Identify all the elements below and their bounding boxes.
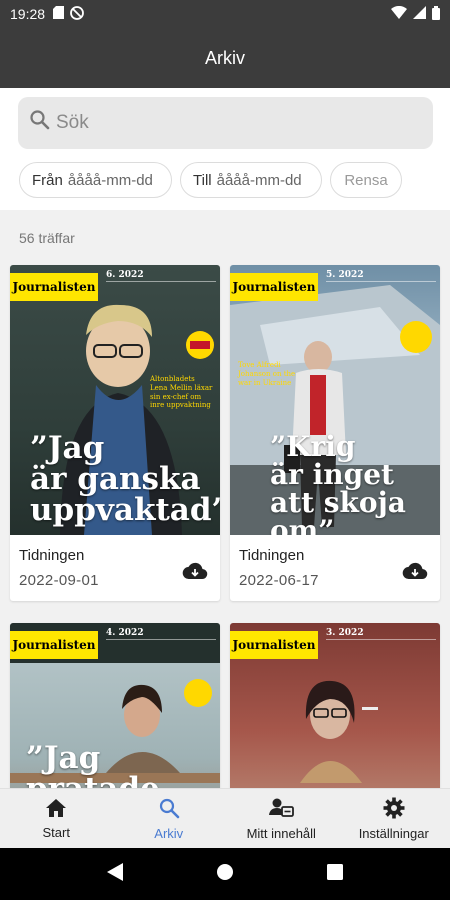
cover-headline-2: pratade: [26, 774, 160, 789]
bottom-navigation: Start Arkiv Mitt innehåll Inställningar: [0, 788, 450, 848]
cover-issue: 3. 2022: [326, 628, 364, 638]
gear-icon: [383, 797, 405, 822]
nav-start[interactable]: Start: [0, 789, 113, 848]
nav-mitt-innehall[interactable]: Mitt innehåll: [225, 789, 338, 848]
status-time: 19:28: [10, 6, 46, 22]
issue-card[interactable]: Journalisten 6. 2022 Altonbladets Lena M…: [10, 265, 220, 601]
nav-label: Mitt innehåll: [246, 825, 316, 841]
nav-label: Inställningar: [358, 825, 429, 841]
download-icon[interactable]: [402, 561, 428, 586]
app-bar: Arkiv: [0, 28, 450, 88]
back-icon[interactable]: [106, 862, 123, 886]
nav-label: Arkiv: [154, 825, 184, 841]
home-button-icon[interactable]: [216, 863, 234, 886]
from-placeholder: åååå-mm-dd: [67, 171, 153, 189]
issue-cover[interactable]: Journalisten 6. 2022 Altonbladets Lena M…: [10, 265, 220, 535]
issue-cover[interactable]: Journalisten 5. 2022 Tove Alfredi Johans…: [230, 265, 440, 535]
cover-blurb: Altonbladets Lena Mellin läxar sin ex-ch…: [150, 375, 213, 410]
cover-headline-2: är ganska: [30, 461, 201, 497]
system-navigation: [0, 848, 450, 900]
cover-masthead: Journalisten: [230, 273, 318, 301]
nav-installningar[interactable]: Inställningar: [338, 789, 450, 848]
sd-card-icon: [53, 6, 65, 22]
from-label: Från: [32, 171, 63, 189]
download-icon[interactable]: [182, 561, 208, 586]
issue-cover[interactable]: Journalisten 3. 2022: [230, 623, 440, 788]
cover-blurb: Tove Alfredi Johanson on the war in Ukra…: [238, 361, 296, 387]
no-disturb-icon: [70, 5, 84, 23]
cover-headline-2: är inget: [270, 458, 394, 491]
cover-masthead: Journalisten: [10, 631, 98, 659]
page-title: Arkiv: [205, 47, 245, 68]
search-placeholder: Sök: [56, 112, 89, 133]
search-icon: [28, 108, 56, 138]
result-count: 56 träffar: [19, 230, 75, 246]
issue-info: Tidningen 2022-06-17: [230, 535, 440, 601]
recents-icon[interactable]: [327, 863, 344, 885]
cover-headline-3: uppvaktad”: [30, 492, 220, 528]
cover-issue: 4. 2022: [106, 628, 144, 638]
signal-icon: [413, 6, 426, 22]
cover-headline-1: ”Jag: [30, 430, 105, 466]
to-date-chip[interactable]: Till åååå-mm-dd: [180, 162, 322, 198]
filter-panel: Sök Från åååå-mm-dd Till åååå-mm-dd Rens…: [0, 88, 450, 210]
to-placeholder: åååå-mm-dd: [216, 171, 302, 189]
cover-headline-1: ”Krig: [270, 430, 356, 463]
nav-label: Start: [42, 824, 70, 840]
cover-masthead: Journalisten: [230, 631, 318, 659]
cover-issue: 5. 2022: [326, 270, 364, 280]
profile-card-icon: [268, 797, 295, 822]
issue-info: Tidningen 2022-09-01: [10, 535, 220, 601]
status-bar: 19:28: [0, 0, 450, 28]
home-icon: [45, 798, 67, 821]
issue-card[interactable]: Journalisten 5. 2022 Tove Alfredi Johans…: [230, 265, 440, 601]
issue-card[interactable]: Journalisten 3. 2022: [230, 623, 440, 788]
issue-card[interactable]: Journalisten 4. 2022 ”Jag pratade: [10, 623, 220, 788]
cover-headline-1: ”Jag: [26, 740, 101, 776]
issue-cover[interactable]: Journalisten 4. 2022 ”Jag pratade: [10, 623, 220, 788]
results-list: 56 träffar Journalisten 6. 2022 Altonbla…: [0, 210, 450, 788]
search-icon: [158, 797, 180, 822]
clear-button[interactable]: Rensa: [330, 162, 402, 198]
to-label: Till: [193, 171, 212, 189]
wifi-icon: [391, 5, 407, 22]
cover-headline-3: att skoja om”: [270, 486, 406, 536]
battery-icon: [432, 5, 440, 23]
search-field[interactable]: Sök: [18, 97, 433, 149]
from-date-chip[interactable]: Från åååå-mm-dd: [19, 162, 172, 198]
nav-arkiv[interactable]: Arkiv: [113, 789, 226, 848]
